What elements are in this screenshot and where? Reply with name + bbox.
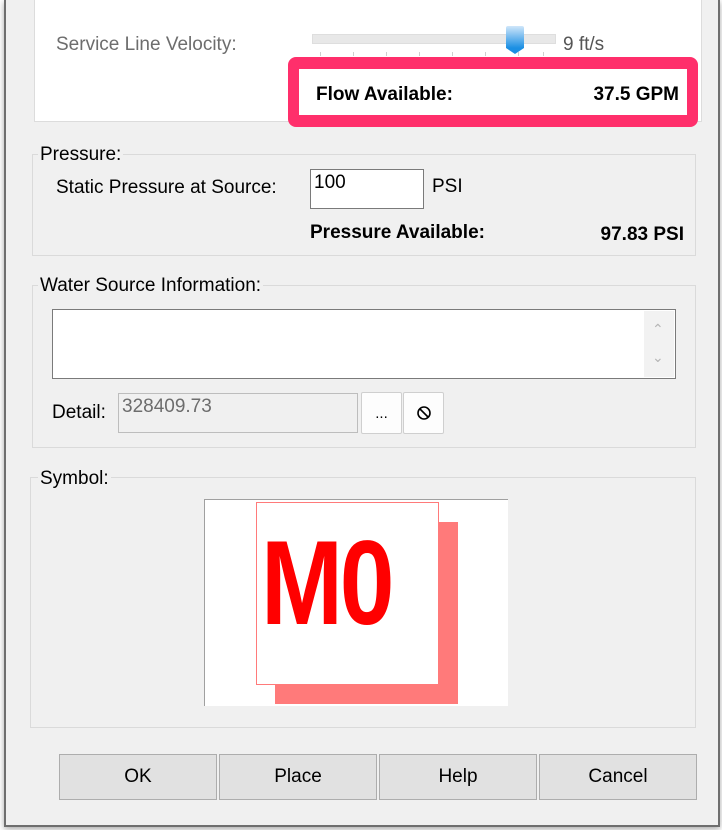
static-pressure-input[interactable]: 100	[310, 169, 424, 209]
browse-label: ...	[375, 404, 388, 422]
slider-tick	[452, 52, 453, 56]
flow-available-label: Flow Available:	[316, 84, 453, 105]
no-symbol-icon	[416, 406, 431, 420]
slider-tick	[543, 52, 544, 56]
detail-browse-button[interactable]: ...	[361, 392, 402, 434]
water-source-dialog: Service Line Velocity: 9 ft/s Flow Avail…	[4, 0, 720, 827]
symbol-text: M0	[261, 516, 394, 650]
flow-available-highlight: Flow Available: 37.5 GPM	[288, 57, 698, 127]
symbol-group-label: Symbol:	[38, 468, 111, 490]
cancel-button[interactable]: Cancel	[539, 754, 697, 800]
detail-label: Detail:	[52, 402, 106, 423]
scroll-down-icon[interactable]: ⌄	[652, 349, 664, 366]
ok-label: OK	[124, 766, 152, 787]
velocity-slider-thumb[interactable]	[505, 26, 524, 54]
place-button[interactable]: Place	[219, 754, 377, 800]
velocity-value: 9 ft/s	[563, 34, 605, 55]
symbol-box: M0	[256, 502, 439, 685]
symbol-preview: M0	[204, 499, 508, 706]
help-label: Help	[438, 766, 478, 787]
water-source-group-label: Water Source Information:	[38, 275, 264, 297]
slider-tick	[320, 52, 321, 56]
flow-available-box: Flow Available: 37.5 GPM	[299, 69, 687, 115]
pressure-available-label: Pressure Available:	[310, 222, 485, 243]
slider-tick	[353, 52, 354, 56]
scroll-up-icon[interactable]: ⌃	[652, 321, 664, 338]
slider-tick	[485, 52, 486, 56]
slider-tick	[386, 52, 387, 56]
cancel-label: Cancel	[588, 766, 648, 787]
service-line-velocity-label: Service Line Velocity:	[56, 34, 237, 55]
textarea-scrollbar[interactable]: ⌃ ⌄	[644, 311, 674, 377]
static-pressure-unit: PSI	[432, 176, 463, 197]
slider-tick	[419, 52, 420, 56]
static-pressure-label: Static Pressure at Source:	[56, 177, 277, 198]
pressure-available-value: 97.83 PSI	[600, 224, 684, 245]
detail-clear-button[interactable]	[403, 392, 444, 434]
flow-available-value: 37.5 GPM	[593, 84, 679, 105]
water-source-info-textarea[interactable]: ⌃ ⌄	[52, 309, 676, 379]
help-button[interactable]: Help	[379, 754, 537, 800]
place-label: Place	[274, 766, 322, 787]
ok-button[interactable]: OK	[59, 754, 217, 800]
detail-input[interactable]: 328409.73	[118, 393, 358, 433]
pressure-group-label: Pressure:	[38, 144, 124, 166]
